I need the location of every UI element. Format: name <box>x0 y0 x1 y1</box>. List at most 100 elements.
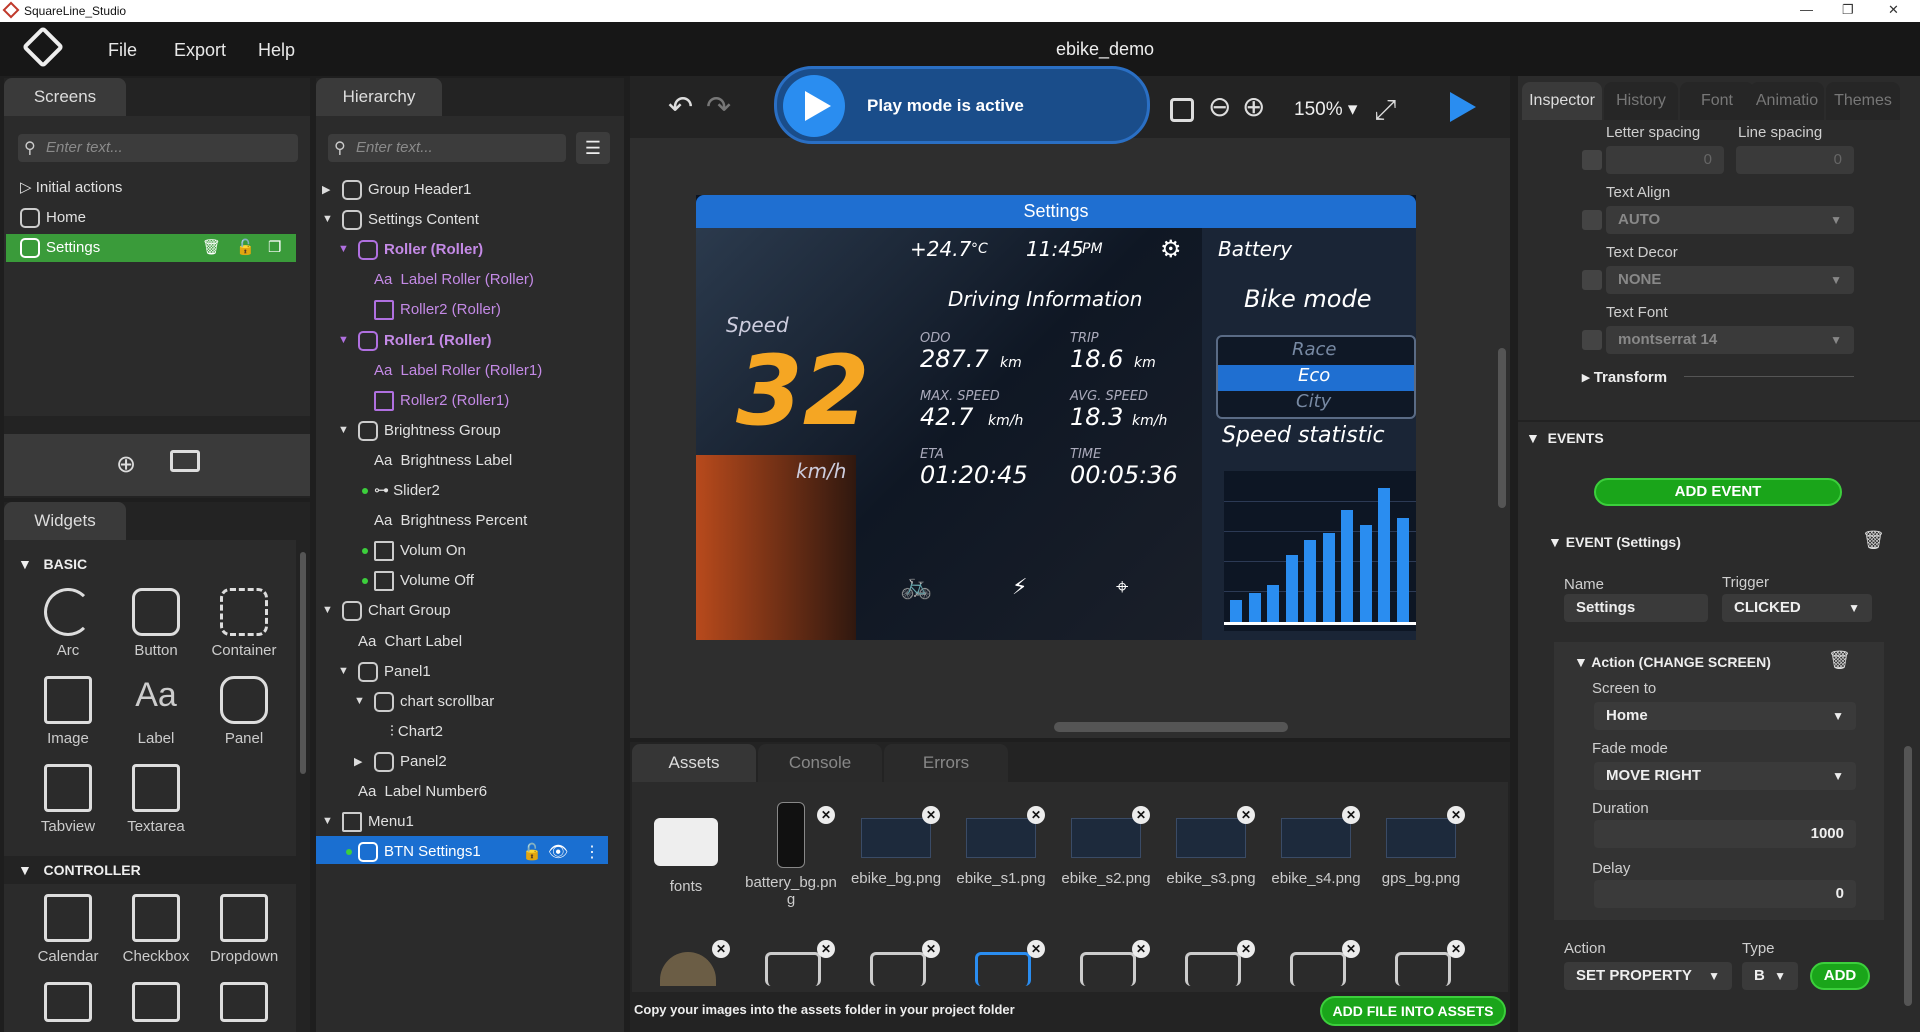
asset-thumbnail[interactable] <box>1290 952 1346 986</box>
widget-dropdown[interactable]: Dropdown <box>204 894 284 965</box>
duration-input[interactable]: 1000 <box>1594 820 1856 848</box>
fit-screen-icon[interactable]: ⤢ <box>1374 94 1396 127</box>
events-section[interactable]: ▼ EVENTS <box>1526 430 1604 446</box>
asset-item[interactable]: ebike_s1.png <box>951 818 1051 887</box>
asset-item[interactable]: ebike_s3.png <box>1161 818 1261 887</box>
asset-item[interactable]: fonts <box>636 818 736 895</box>
hierarchy-item[interactable]: ⫶ Chart2 <box>390 718 443 746</box>
maximize-icon[interactable]: ❐ <box>1842 2 1854 18</box>
hierarchy-item[interactable]: Menu1 <box>342 808 414 836</box>
hierarchy-item[interactable]: Roller2 (Roller1) <box>374 387 509 415</box>
zoom-out-icon[interactable]: ⊖ <box>1208 90 1231 123</box>
hierarchy-item[interactable]: Aa Chart Label <box>358 628 462 656</box>
hierarchy-item[interactable]: Chart Group <box>342 597 451 625</box>
tab-assets[interactable]: Assets <box>632 744 756 782</box>
text-align-select[interactable]: AUTO <box>1606 206 1854 234</box>
inspector-scrollbar[interactable] <box>1904 746 1912 1006</box>
delay-input[interactable]: 0 <box>1594 880 1856 908</box>
hierarchy-item[interactable]: Group Header1 <box>342 176 471 204</box>
event-trigger-select[interactable]: CLICKED <box>1722 594 1872 622</box>
map-icon[interactable]: ⌖ <box>1116 575 1128 600</box>
remove-asset-icon[interactable]: ✕ <box>1447 806 1465 824</box>
asset-thumbnail[interactable] <box>975 952 1031 986</box>
section-basic[interactable]: ▼ BASIC <box>18 556 87 572</box>
tab-animatio[interactable]: Animatio <box>1750 82 1824 120</box>
widget-tabview[interactable]: Tabview <box>28 764 108 835</box>
expand-icon[interactable]: ▼ <box>338 243 349 255</box>
add-file-into-assets-button[interactable]: ADD FILE INTO ASSETS <box>1320 996 1506 1026</box>
event-name-input[interactable]: Settings <box>1564 594 1708 622</box>
widget-textarea[interactable]: Textarea <box>116 764 196 835</box>
unlock-icon[interactable]: 🔓 <box>522 842 542 862</box>
widget-arc[interactable]: Arc <box>28 588 108 659</box>
tab-font[interactable]: Font <box>1680 82 1754 120</box>
expand-icon[interactable]: ▼ <box>338 424 349 436</box>
type-select[interactable]: B <box>1742 962 1798 990</box>
widget-panel[interactable]: Panel <box>204 676 284 747</box>
text-align-checkbox[interactable] <box>1582 210 1602 230</box>
add-event-button[interactable]: ADD EVENT <box>1594 478 1842 506</box>
remove-asset-icon[interactable]: ✕ <box>817 940 835 958</box>
asset-thumbnail[interactable] <box>870 952 926 986</box>
delete-action-icon[interactable]: 🗑 <box>1828 650 1851 671</box>
expand-icon[interactable]: ▼ <box>338 334 349 346</box>
widget-button[interactable]: Button <box>116 588 196 659</box>
remove-asset-icon[interactable]: ✕ <box>1027 806 1045 824</box>
menu-export[interactable]: Export <box>174 40 226 61</box>
bike-icon[interactable]: 🚲 <box>900 571 932 601</box>
widget-container[interactable]: Container <box>204 588 284 659</box>
tab-inspector[interactable]: Inspector <box>1522 82 1602 120</box>
fade-mode-select[interactable]: MOVE RIGHT <box>1594 762 1856 790</box>
tab-console[interactable]: Console <box>758 744 882 782</box>
zoom-select[interactable]: 150% ▾ <box>1294 98 1357 121</box>
asset-item[interactable]: ebike_s4.png <box>1266 818 1366 887</box>
hierarchy-item[interactable]: BTN Settings1 <box>346 838 481 866</box>
hierarchy-item[interactable]: Volume Off <box>362 567 474 595</box>
remove-asset-icon[interactable]: ✕ <box>817 806 835 824</box>
action-title[interactable]: ▼ Action (CHANGE SCREEN) <box>1574 654 1771 670</box>
event-title[interactable]: ▼ EVENT (Settings) <box>1548 534 1681 550</box>
remove-asset-icon[interactable]: ✕ <box>922 940 940 958</box>
device-screen[interactable]: Settings +24.7 °C 11:45 PM ⚙ Battery Dri… <box>696 195 1416 640</box>
hierarchy-item[interactable]: Aa Brightness Percent <box>374 507 527 535</box>
delete-event-icon[interactable]: 🗑 <box>1862 530 1885 551</box>
hierarchy-item[interactable]: Aa Label Roller (Roller) <box>374 266 534 294</box>
screen-item-initial-actions[interactable]: ▷ Initial actions <box>20 174 122 202</box>
letter-spacing-checkbox[interactable] <box>1582 150 1602 170</box>
remove-asset-icon[interactable]: ✕ <box>1342 806 1360 824</box>
folder-icon[interactable] <box>170 450 200 472</box>
add-screen-icon[interactable]: ⊕ <box>116 450 136 479</box>
expand-icon[interactable]: ▼ <box>354 695 365 707</box>
more-icon[interactable]: ⋮ <box>584 842 600 862</box>
remove-asset-icon[interactable]: ✕ <box>712 940 730 958</box>
widget-keyboard[interactable] <box>116 982 196 1028</box>
hierarchy-item[interactable]: chart scrollbar <box>374 688 494 716</box>
transform-section[interactable]: ▸ Transform <box>1582 368 1667 386</box>
remove-asset-icon[interactable]: ✕ <box>1132 806 1150 824</box>
gear-icon[interactable]: ⚙ <box>1160 235 1182 263</box>
tab-errors[interactable]: Errors <box>884 744 1008 782</box>
expand-icon[interactable]: ▼ <box>338 665 349 677</box>
widget-checkbox[interactable]: Checkbox <box>116 894 196 965</box>
asset-thumbnail[interactable] <box>1080 952 1136 986</box>
delete-icon[interactable]: 🗑 <box>202 238 221 256</box>
text-font-select[interactable]: montserrat 14 <box>1606 326 1854 354</box>
action-select[interactable]: SET PROPERTY <box>1564 962 1732 990</box>
tab-widgets[interactable]: Widgets <box>4 502 126 540</box>
minimize-icon[interactable]: — <box>1800 2 1813 17</box>
asset-item[interactable]: gps_bg.png <box>1371 818 1471 887</box>
hierarchy-item[interactable]: Volum On <box>362 537 466 565</box>
remove-asset-icon[interactable]: ✕ <box>1342 940 1360 958</box>
line-spacing-input[interactable]: 0 <box>1736 146 1854 174</box>
hierarchy-search-input[interactable]: Enter text... <box>328 134 566 162</box>
hierarchy-item[interactable]: Aa Brightness Label <box>374 447 512 475</box>
widget-image[interactable]: Image <box>28 676 108 747</box>
undo-icon[interactable]: ↶ <box>668 90 693 125</box>
hierarchy-item[interactable]: Brightness Group <box>358 417 501 445</box>
text-decor-checkbox[interactable] <box>1582 270 1602 290</box>
expand-icon[interactable]: ▼ <box>322 213 333 225</box>
hierarchy-item[interactable]: Aa Label Roller (Roller1) <box>374 357 542 385</box>
hierarchy-item[interactable]: Panel2 <box>374 748 447 776</box>
asset-thumbnail[interactable] <box>1395 952 1451 986</box>
canvas-vscrollbar[interactable] <box>1498 348 1506 508</box>
